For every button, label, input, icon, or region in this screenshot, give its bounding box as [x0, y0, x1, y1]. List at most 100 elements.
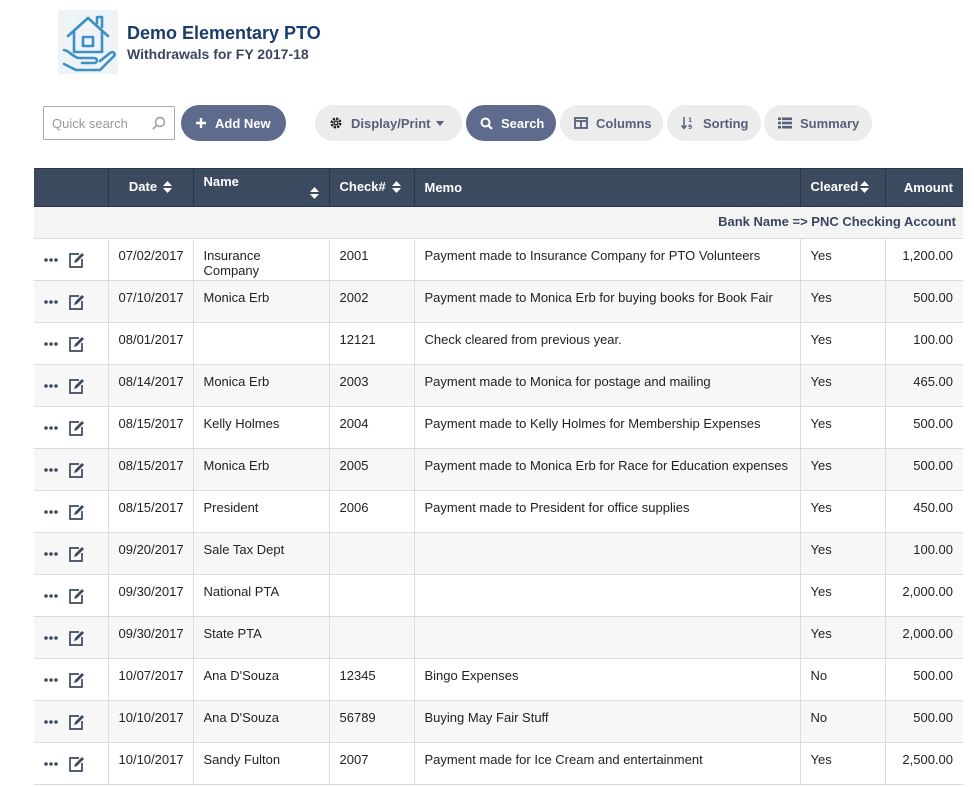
cell-cleared: Yes [800, 322, 886, 365]
quick-search-input[interactable] [52, 108, 152, 138]
cell-amount: 500.00 [885, 658, 963, 701]
header-check-label: Check# [339, 179, 386, 195]
sorting-button[interactable]: 19 Sorting [667, 105, 761, 141]
cell-amount: 1,200.00 [885, 238, 963, 281]
cell-date: 10/10/2017 [108, 742, 194, 785]
more-dots-icon[interactable] [44, 762, 58, 766]
more-dots-icon[interactable] [44, 342, 58, 346]
cell-amount: 2,500.00 [885, 742, 963, 785]
row-actions [34, 448, 109, 491]
edit-icon[interactable] [68, 630, 85, 646]
row-actions [34, 490, 109, 533]
edit-icon[interactable] [68, 462, 85, 478]
cell-name: Sandy Fulton [193, 742, 330, 785]
cell-name: President [193, 490, 330, 533]
edit-icon[interactable] [68, 504, 85, 520]
cell-check: 2007 [329, 742, 415, 785]
more-dots-icon[interactable] [44, 426, 58, 430]
edit-icon[interactable] [68, 588, 85, 604]
header-amount[interactable]: Amount [885, 168, 963, 207]
cell-memo [414, 616, 801, 659]
cell-check: 2003 [329, 364, 415, 407]
sort-icon[interactable] [309, 186, 319, 202]
more-dots-icon[interactable] [44, 594, 58, 598]
sort-icon[interactable] [163, 180, 173, 196]
app-title: Demo Elementary PTO [127, 23, 321, 43]
header-memo[interactable]: Memo [414, 168, 801, 207]
cell-cleared: Yes [800, 532, 886, 575]
more-dots-icon[interactable] [44, 552, 58, 556]
search-button[interactable]: Search [466, 105, 556, 141]
header-date[interactable]: Date [108, 168, 194, 207]
cell-check: 56789 [329, 700, 415, 743]
edit-icon[interactable] [68, 420, 85, 436]
table-header-row: Date Name Check# Memo Cleared Amount [34, 168, 963, 207]
cell-name: Sale Tax Dept [193, 532, 330, 575]
edit-icon[interactable] [68, 672, 85, 688]
cell-memo [414, 574, 801, 617]
cell-memo: Bingo Expenses [414, 658, 801, 701]
edit-icon[interactable] [68, 252, 85, 268]
cell-cleared: Yes [800, 406, 886, 449]
sort-icon[interactable] [860, 180, 870, 196]
search-icon[interactable] [152, 116, 166, 135]
cell-check: 2001 [329, 238, 415, 281]
svg-text:9: 9 [688, 124, 692, 130]
columns-icon [574, 117, 588, 129]
cell-amount: 100.00 [885, 532, 963, 575]
more-dots-icon[interactable] [44, 636, 58, 640]
edit-icon[interactable] [68, 714, 85, 730]
table-row: 07/02/2017 Insurance Company 2001 Payment m… [34, 238, 963, 281]
more-dots-icon[interactable] [44, 720, 58, 724]
edit-icon[interactable] [68, 546, 85, 562]
table-row: 10/07/2017 Ana D'Souza 12345 Bingo Expenses… [34, 658, 963, 701]
more-dots-icon[interactable] [44, 510, 58, 514]
display-print-label: Display/Print [351, 115, 431, 131]
cell-date: 08/15/2017 [108, 490, 194, 533]
row-actions [34, 658, 109, 701]
display-print-button[interactable]: Display/Print [315, 105, 462, 141]
cell-memo: Payment made for Ice Cream and entertain… [414, 742, 801, 785]
header-name-label: Name [203, 173, 239, 189]
cell-memo: Buying May Fair Stuff [414, 700, 801, 743]
cell-name: State PTA [193, 616, 330, 659]
header-cleared[interactable]: Cleared [800, 168, 886, 207]
row-actions [34, 280, 109, 323]
row-actions [34, 616, 109, 659]
plus-icon [195, 117, 207, 129]
columns-button[interactable]: Columns [560, 105, 663, 141]
cell-amount: 500.00 [885, 448, 963, 491]
cell-name [193, 322, 330, 365]
cell-name: Monica Erb [193, 448, 330, 491]
cell-memo: Payment made to Monica Erb for Race for … [414, 448, 801, 491]
cell-cleared: Yes [800, 742, 886, 785]
header-memo-label: Memo [424, 180, 463, 195]
edit-icon[interactable] [68, 378, 85, 394]
row-actions [34, 574, 109, 617]
row-actions [34, 742, 109, 785]
add-new-button[interactable]: Add New [181, 105, 286, 141]
edit-icon[interactable] [68, 336, 85, 352]
more-dots-icon[interactable] [44, 300, 58, 304]
more-dots-icon[interactable] [44, 468, 58, 472]
cell-name: Monica Erb [193, 280, 330, 323]
more-dots-icon[interactable] [44, 258, 58, 262]
cell-cleared: Yes [800, 616, 886, 659]
table-row: 08/15/2017 Monica Erb 2005 Payment made to … [34, 448, 963, 491]
edit-icon[interactable] [68, 294, 85, 310]
header-name[interactable]: Name [193, 168, 330, 207]
cell-check [329, 532, 415, 575]
summary-button[interactable]: Summary [764, 105, 872, 141]
cell-name: Kelly Holmes [193, 406, 330, 449]
more-dots-icon[interactable] [44, 678, 58, 682]
more-dots-icon[interactable] [44, 384, 58, 388]
cell-date: 10/07/2017 [108, 658, 194, 701]
header-title-block: Demo Elementary PTO Withdrawals for FY 2… [127, 23, 321, 63]
edit-icon[interactable] [68, 756, 85, 772]
quick-search-box[interactable] [43, 106, 175, 140]
sort-icon[interactable] [391, 180, 401, 196]
row-actions [34, 364, 109, 407]
header-check[interactable]: Check# [329, 168, 415, 207]
group-label: Bank Name => PNC Checking Account [34, 206, 963, 239]
table-row: 07/10/2017 Monica Erb 2002 Payment made to … [34, 280, 963, 323]
